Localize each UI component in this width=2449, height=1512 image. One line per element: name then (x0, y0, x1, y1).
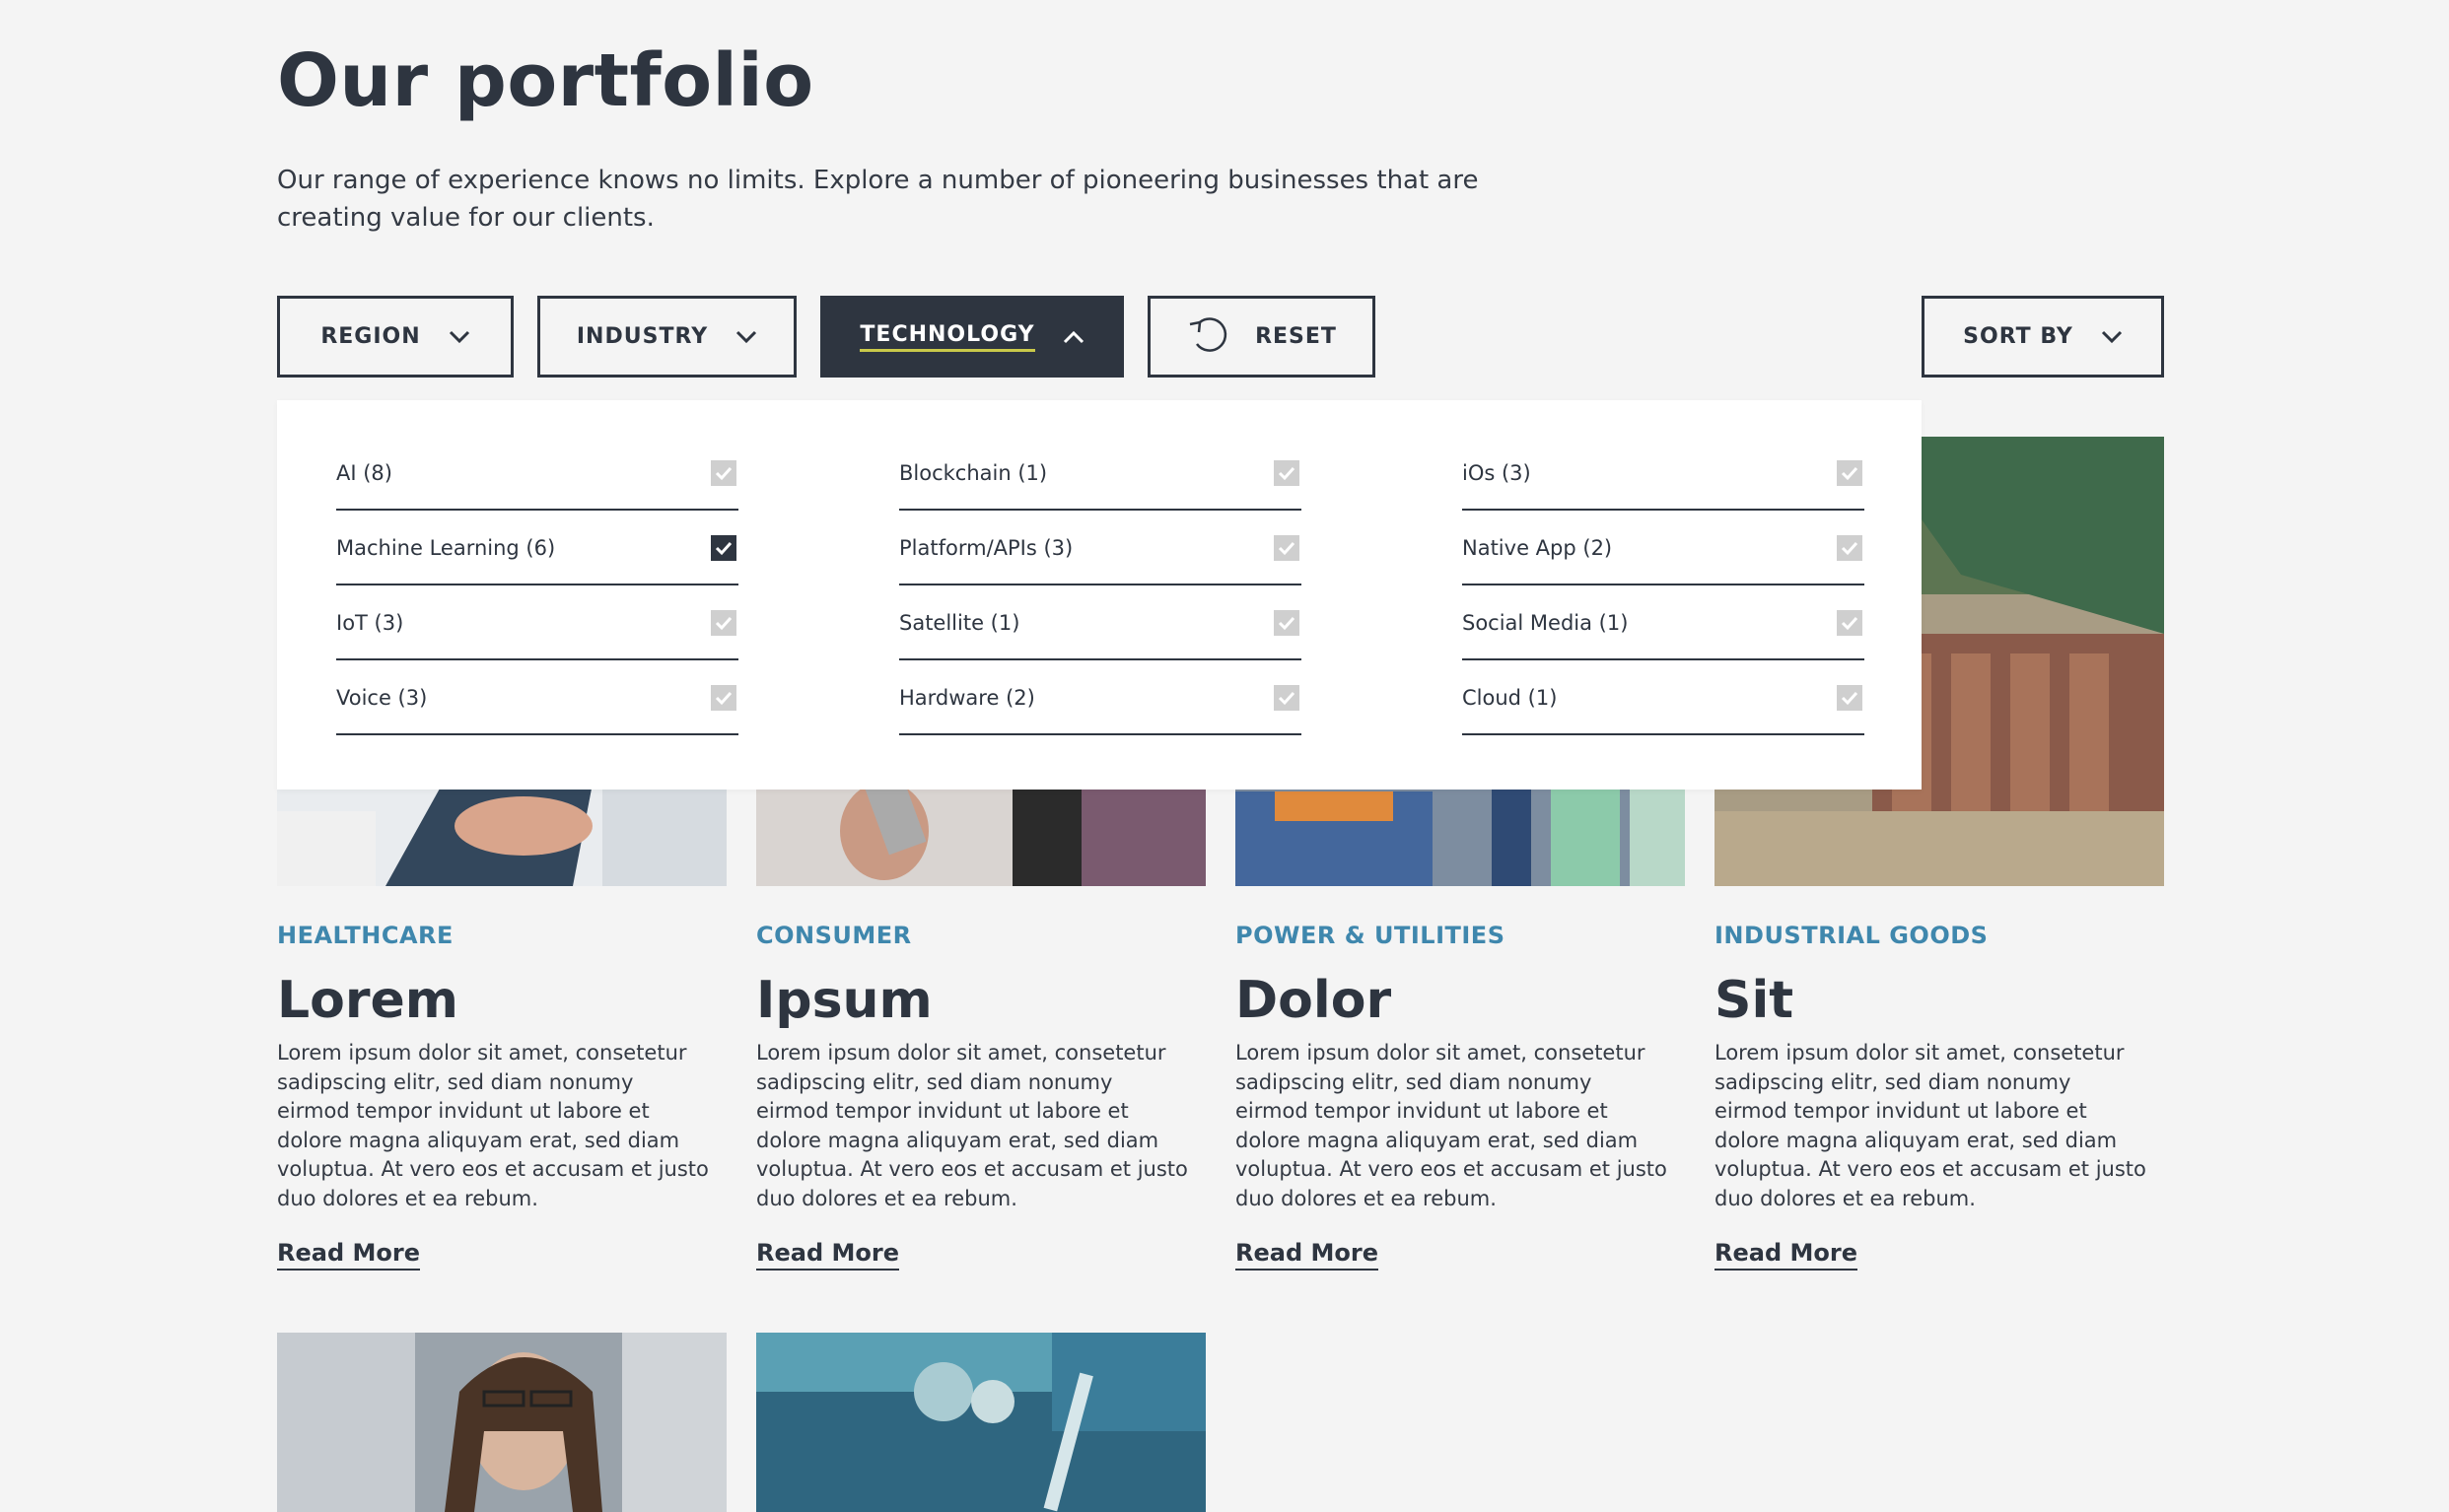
intro-text: Our range of experience knows no limits.… (277, 166, 1479, 233)
option-label: IoT (3) (336, 611, 404, 635)
industry-filter-button[interactable]: INDUSTRY (537, 296, 797, 378)
checkbox[interactable] (1274, 685, 1299, 711)
read-more-link[interactable]: Read More (277, 1239, 420, 1271)
reset-button[interactable]: RESET (1148, 296, 1375, 378)
technology-options-column-2: Blockchain (1) Platform/APIs (3) Satelli… (899, 438, 1301, 737)
technology-option[interactable]: AI (8) (336, 438, 738, 511)
option-label: Social Media (1) (1462, 611, 1629, 635)
card-category: HEALTHCARE (277, 922, 454, 949)
region-filter-label: REGION (320, 324, 421, 349)
technology-option[interactable]: Hardware (2) (899, 662, 1301, 735)
read-more-link[interactable]: Read More (756, 1239, 899, 1271)
technology-option[interactable]: Social Media (1) (1462, 587, 1864, 660)
chevron-down-icon (2101, 330, 2123, 344)
option-label: Hardware (2) (899, 686, 1035, 710)
read-more-link[interactable]: Read More (1235, 1239, 1378, 1271)
option-label: Blockchain (1) (899, 461, 1048, 485)
checkbox[interactable] (711, 535, 736, 561)
card-description: Lorem ipsum dolor sit amet, consetetur s… (756, 1041, 1188, 1210)
chevron-down-icon (735, 330, 757, 344)
technology-option[interactable]: Blockchain (1) (899, 438, 1301, 511)
technology-option[interactable]: Native App (2) (1462, 513, 1864, 585)
checkmark-icon (1841, 616, 1858, 631)
checkmark-icon (715, 541, 733, 556)
option-label: Native App (2) (1462, 536, 1613, 560)
checkmark-icon (1841, 691, 1858, 706)
checkmark-icon (1278, 541, 1295, 556)
card-description: Lorem ipsum dolor sit amet, consetetur s… (277, 1041, 709, 1210)
technology-option[interactable]: Machine Learning (6) (336, 513, 738, 585)
checkbox[interactable] (711, 685, 736, 711)
checkbox[interactable] (1274, 535, 1299, 561)
option-label: Cloud (1) (1462, 686, 1558, 710)
checkbox[interactable] (1837, 535, 1862, 561)
sort-by-label: SORT BY (1963, 324, 2073, 349)
technology-option[interactable]: Voice (3) (336, 662, 738, 735)
reset-label: RESET (1255, 324, 1337, 349)
checkmark-icon (715, 691, 733, 706)
checkmark-icon (715, 466, 733, 481)
card-image[interactable] (756, 1333, 1206, 1512)
technology-option[interactable]: Satellite (1) (899, 587, 1301, 660)
checkbox[interactable] (1274, 460, 1299, 486)
technology-option[interactable]: Cloud (1) (1462, 662, 1864, 735)
technology-option[interactable]: Platform/APIs (3) (899, 513, 1301, 585)
read-more-link[interactable]: Read More (1714, 1239, 1857, 1271)
card-title: Sit (1714, 971, 1794, 1030)
technology-dropdown-panel: AI (8) Machine Learning (6) IoT (3) Voic… (277, 400, 1922, 790)
option-label: Satellite (1) (899, 611, 1020, 635)
technology-options-column-1: AI (8) Machine Learning (6) IoT (3) Voic… (336, 438, 738, 737)
card-description: Lorem ipsum dolor sit amet, consetetur s… (1235, 1041, 1667, 1210)
card-category: INDUSTRIAL GOODS (1714, 922, 1989, 949)
checkbox[interactable] (1837, 610, 1862, 636)
option-label: Voice (3) (336, 686, 428, 710)
technology-filter-button[interactable]: TECHNOLOGY (820, 296, 1124, 378)
option-label: AI (8) (336, 461, 392, 485)
checkmark-icon (1278, 616, 1295, 631)
option-label: Platform/APIs (3) (899, 536, 1074, 560)
card-title: Ipsum (756, 971, 933, 1030)
card-title: Dolor (1235, 971, 1392, 1030)
checkmark-icon (1278, 691, 1295, 706)
chevron-up-icon (1063, 330, 1085, 344)
chevron-down-icon (449, 330, 470, 344)
industry-filter-label: INDUSTRY (576, 324, 709, 349)
option-label: Machine Learning (6) (336, 536, 556, 560)
checkbox[interactable] (1837, 685, 1862, 711)
technology-option[interactable]: IoT (3) (336, 587, 738, 660)
option-label: iOs (3) (1462, 461, 1531, 485)
checkbox[interactable] (1274, 610, 1299, 636)
checkmark-icon (715, 616, 733, 631)
card-image[interactable] (277, 1333, 727, 1512)
technology-filter-label: TECHNOLOGY (860, 322, 1035, 352)
checkmark-icon (1841, 466, 1858, 481)
card-category: POWER & UTILITIES (1235, 922, 1505, 949)
region-filter-button[interactable]: REGION (277, 296, 514, 378)
checkbox[interactable] (1837, 460, 1862, 486)
sort-by-button[interactable]: SORT BY (1922, 296, 2164, 378)
checkmark-icon (1841, 541, 1858, 556)
page-title: Our portfolio (277, 38, 814, 123)
technology-option[interactable]: iOs (3) (1462, 438, 1864, 511)
refresh-icon (1186, 314, 1231, 360)
card-title: Lorem (277, 971, 458, 1030)
technology-options-column-3: iOs (3) Native App (2) Social Media (1) … (1462, 438, 1864, 737)
checkbox[interactable] (711, 460, 736, 486)
card-description: Lorem ipsum dolor sit amet, consetetur s… (1714, 1041, 2146, 1210)
checkmark-icon (1278, 466, 1295, 481)
checkbox[interactable] (711, 610, 736, 636)
card-category: CONSUMER (756, 922, 912, 949)
